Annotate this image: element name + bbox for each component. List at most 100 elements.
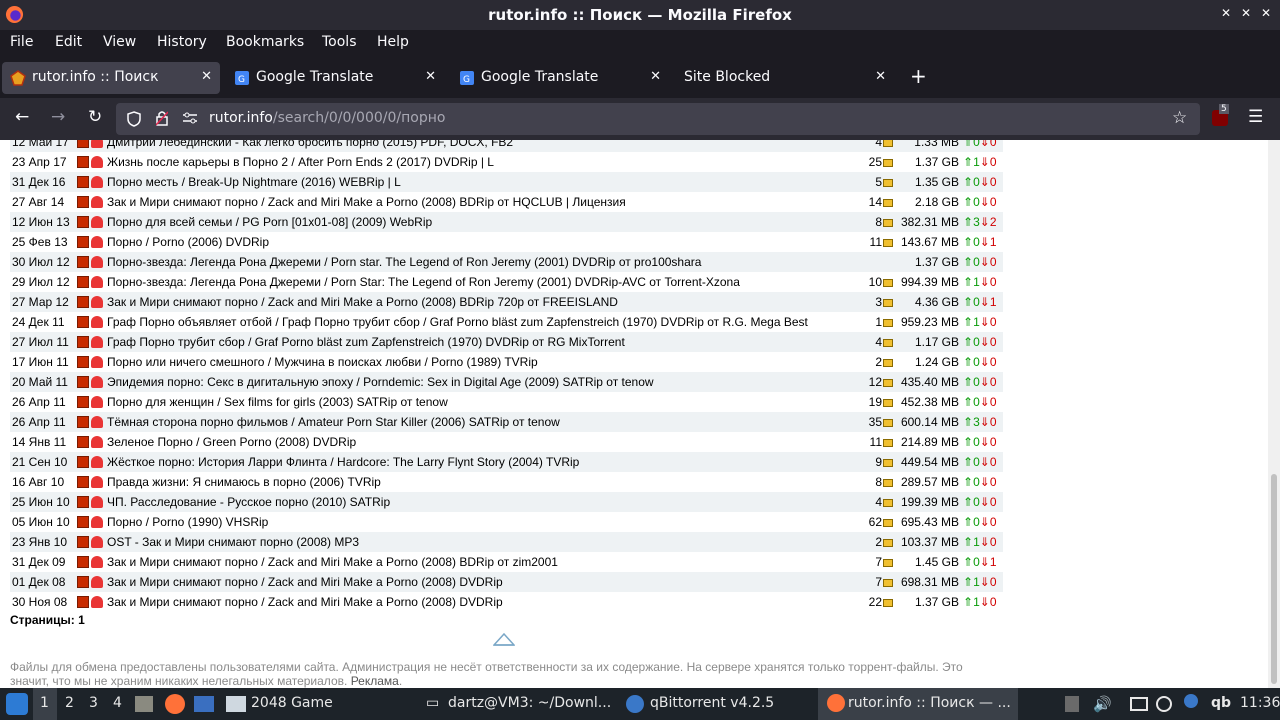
bookmark-star-icon[interactable]: ☆ — [1172, 108, 1187, 128]
torrent-link[interactable]: Порно-звезда: Легенда Рона Джереми / Por… — [107, 275, 740, 289]
download-icon[interactable] — [77, 416, 89, 428]
menu-edit[interactable]: Edit — [55, 34, 82, 50]
torrent-link[interactable]: Зак и Мири снимают порно / Zack and Miri… — [107, 595, 503, 609]
menu-file[interactable]: File — [10, 34, 33, 50]
magnet-icon[interactable] — [91, 396, 103, 408]
permissions-icon[interactable] — [182, 112, 198, 124]
magnet-icon[interactable] — [91, 216, 103, 228]
download-icon[interactable] — [77, 276, 89, 288]
download-icon[interactable] — [77, 496, 89, 508]
minimize-icon[interactable]: ✕ — [1221, 6, 1231, 20]
torrent-link[interactable]: Порно или ничего смешного / Мужчина в по… — [107, 355, 538, 369]
magnet-icon[interactable] — [91, 336, 103, 348]
tab-close-icon[interactable]: ✕ — [201, 69, 212, 84]
menu-tools[interactable]: Tools — [322, 34, 357, 50]
download-icon[interactable] — [77, 236, 89, 248]
torrent-link[interactable]: Тёмная сторона порно фильмов / Amateur P… — [107, 415, 560, 429]
reload-icon[interactable]: ↻ — [88, 107, 102, 127]
workspace-3[interactable]: 3 — [89, 695, 98, 711]
magnet-icon[interactable] — [91, 516, 103, 528]
taskbar-app-firefox[interactable]: rutor.info :: Поиск — ... — [848, 695, 1011, 711]
clipboard-icon[interactable] — [1065, 696, 1079, 712]
torrent-link[interactable]: Зак и Мири снимают порно / Zack and Miri… — [107, 555, 558, 569]
tab-rutor[interactable]: rutor.info :: Поиск ✕ — [2, 62, 220, 94]
taskbar-app-2048[interactable]: 2048 Game — [251, 695, 333, 711]
download-icon[interactable] — [77, 436, 89, 448]
shield-icon[interactable] — [127, 111, 141, 127]
torrent-link[interactable]: Граф Порно трубит сбор / Graf Porno bläs… — [107, 335, 625, 349]
tab-close-icon[interactable]: ✕ — [425, 69, 436, 84]
tab-google-translate-1[interactable]: G Google Translate ✕ — [226, 62, 444, 94]
scroll-top-icon[interactable] — [493, 632, 515, 646]
menu-history[interactable]: History — [157, 34, 207, 50]
new-tab-icon[interactable]: + — [910, 64, 927, 88]
torrent-link[interactable]: Правда жизни: Я снимаюсь в порно (2006) … — [107, 475, 381, 489]
network-icon[interactable] — [1130, 697, 1148, 711]
download-icon[interactable] — [77, 316, 89, 328]
torrent-link[interactable]: Эпидемия порно: Секс в дигитальную эпоху… — [107, 375, 654, 389]
torrent-link[interactable]: Зак и Мири снимают порно / Zack and Miri… — [107, 195, 626, 209]
back-icon[interactable]: ← — [15, 107, 29, 127]
workspace-1[interactable]: 1 — [33, 688, 57, 720]
download-icon[interactable] — [77, 256, 89, 268]
magnet-icon[interactable] — [91, 176, 103, 188]
url-text[interactable]: rutor.info/search/0/0/000/0/порно — [209, 110, 445, 126]
torrent-link[interactable]: ЧП. Расследование - Русское порно (2010)… — [107, 495, 390, 509]
download-icon[interactable] — [77, 456, 89, 468]
magnet-icon[interactable] — [91, 296, 103, 308]
tab-close-icon[interactable]: ✕ — [650, 69, 661, 84]
torrent-link[interactable]: Зак и Мири снимают порно / Zack and Miri… — [107, 295, 618, 309]
start-menu-icon[interactable] — [6, 693, 28, 715]
download-icon[interactable] — [77, 356, 89, 368]
taskbar-app-terminal[interactable]: dartz@VM3: ~/Downl... — [448, 695, 611, 711]
download-icon[interactable] — [77, 596, 89, 608]
magnet-icon[interactable] — [91, 436, 103, 448]
firefox-launcher-icon[interactable] — [165, 694, 185, 714]
download-icon[interactable] — [77, 176, 89, 188]
maximize-icon[interactable]: ✕ — [1241, 6, 1251, 20]
torrent-link[interactable]: Порно для женщин / Sex films for girls (… — [107, 395, 448, 409]
download-icon[interactable] — [77, 296, 89, 308]
scrollbar-thumb[interactable] — [1271, 474, 1277, 684]
insecure-lock-icon[interactable] — [156, 110, 168, 126]
torrent-link[interactable]: Жёсткое порно: История Ларри Флинта / Ha… — [107, 455, 579, 469]
torrent-link[interactable]: Граф Порно объявляет отбой / Граф Порно … — [107, 315, 808, 329]
workspace-2[interactable]: 2 — [65, 695, 74, 711]
torrent-link[interactable]: Порно месть / Break-Up Nightmare (2016) … — [107, 175, 401, 189]
magnet-icon[interactable] — [91, 556, 103, 568]
magnet-icon[interactable] — [91, 196, 103, 208]
magnet-icon[interactable] — [91, 596, 103, 608]
torrent-link[interactable]: Дмитрий Лебединский - Как легко бросить … — [107, 140, 513, 149]
magnet-icon[interactable] — [91, 456, 103, 468]
magnet-icon[interactable] — [91, 536, 103, 548]
download-icon[interactable] — [77, 336, 89, 348]
magnet-icon[interactable] — [91, 276, 103, 288]
download-icon[interactable] — [77, 156, 89, 168]
qbittorrent-tray-icon[interactable]: qb — [1211, 695, 1231, 711]
notification-icon[interactable] — [1184, 694, 1198, 708]
download-icon[interactable] — [77, 556, 89, 568]
magnet-icon[interactable] — [91, 496, 103, 508]
taskbar-app-qbittorrent[interactable]: qBittorrent v4.2.5 — [650, 695, 774, 711]
tab-close-icon[interactable]: ✕ — [875, 69, 886, 84]
tab-site-blocked[interactable]: Site Blocked ✕ — [676, 62, 894, 94]
torrent-link[interactable]: Зак и Мири снимают порно / Zack and Miri… — [107, 575, 503, 589]
magnet-icon[interactable] — [91, 256, 103, 268]
download-icon[interactable] — [77, 476, 89, 488]
hamburger-menu-icon[interactable]: ☰ — [1248, 107, 1263, 127]
download-icon[interactable] — [77, 140, 89, 148]
magnet-icon[interactable] — [91, 576, 103, 588]
magnet-icon[interactable] — [91, 156, 103, 168]
download-icon[interactable] — [77, 396, 89, 408]
download-icon[interactable] — [77, 536, 89, 548]
torrent-link[interactable]: Зеленое Порно / Green Porno (2008) DVDRi… — [107, 435, 356, 449]
tab-google-translate-2[interactable]: G Google Translate ✕ — [451, 62, 669, 94]
files-icon[interactable] — [135, 696, 153, 712]
magnet-icon[interactable] — [91, 356, 103, 368]
torrent-link[interactable]: Порно для всей семьи / PG Porn [01x01-08… — [107, 215, 432, 229]
download-icon[interactable] — [77, 376, 89, 388]
workspace-4[interactable]: 4 — [113, 695, 122, 711]
magnet-icon[interactable] — [91, 316, 103, 328]
magnet-icon[interactable] — [91, 140, 103, 148]
magnet-icon[interactable] — [91, 376, 103, 388]
